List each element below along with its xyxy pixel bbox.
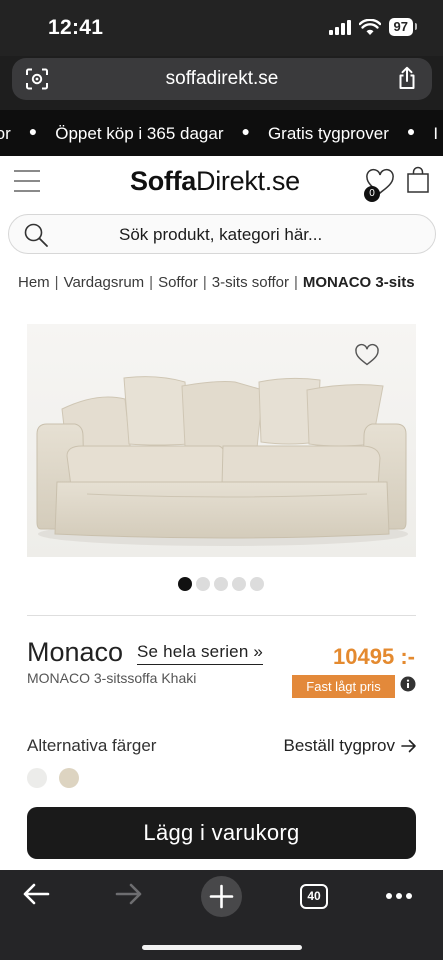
- promo-item: Öppet köp i 365 dagar: [55, 124, 224, 143]
- promo-separator: ●: [241, 123, 250, 139]
- arrow-right-icon: [401, 739, 416, 753]
- breadcrumb-separator: |: [54, 274, 59, 291]
- wishlist-button[interactable]: 0: [364, 168, 396, 202]
- status-bar: 12:41 97: [0, 0, 443, 56]
- carousel-dot[interactable]: [178, 577, 192, 591]
- breadcrumb-link[interactable]: 3-sits soffor: [212, 274, 289, 291]
- forward-arrow-icon[interactable]: [115, 882, 143, 906]
- color-swatch[interactable]: [27, 768, 47, 788]
- info-icon[interactable]: [400, 676, 416, 692]
- home-indicator: [142, 945, 302, 950]
- breadcrumb-separator: |: [293, 274, 298, 291]
- status-time: 12:41: [48, 16, 104, 39]
- promo-separator: ●: [406, 123, 416, 139]
- logo-bold-part: Soffa: [130, 166, 197, 196]
- color-swatch[interactable]: [59, 768, 79, 788]
- breadcrumb-link[interactable]: Soffor: [158, 274, 198, 291]
- search-icon: [24, 223, 48, 247]
- product-image[interactable]: [27, 324, 416, 557]
- color-swatches: [27, 768, 79, 788]
- breadcrumb-link[interactable]: Vardagsrum: [64, 274, 145, 291]
- see-series-link[interactable]: Se hela serien »: [137, 642, 264, 665]
- promo-item: ror: [0, 124, 11, 143]
- share-icon[interactable]: [397, 66, 417, 90]
- wishlist-count-badge: 0: [364, 186, 380, 202]
- breadcrumb-link[interactable]: Hem: [18, 274, 50, 291]
- web-page: SoffaDirekt.se 0 Sök produkt, kategori h…: [0, 156, 443, 870]
- divider: [27, 615, 416, 616]
- favorite-heart-icon[interactable]: [354, 343, 380, 367]
- image-carousel-dots[interactable]: [178, 577, 264, 591]
- tabs-overview-button[interactable]: 40: [300, 884, 328, 909]
- carousel-dot[interactable]: [214, 577, 228, 591]
- product-subtitle: MONACO 3-sitssoffa Khaki: [27, 670, 197, 686]
- status-icons: 97: [328, 18, 418, 36]
- breadcrumb-separator: |: [149, 274, 154, 291]
- site-header: SoffaDirekt.se 0: [0, 156, 443, 212]
- breadcrumb: Hem | Vardagsrum | Soffor | 3-sits soffo…: [18, 274, 415, 291]
- alternative-colors-label: Alternativa färger: [27, 736, 157, 755]
- carousel-dot[interactable]: [232, 577, 246, 591]
- promo-separator: ●: [28, 123, 38, 139]
- carousel-dot[interactable]: [250, 577, 264, 591]
- battery-icon: 97: [388, 18, 418, 36]
- site-logo[interactable]: SoffaDirekt.se: [130, 166, 300, 197]
- new-tab-button[interactable]: [201, 876, 242, 917]
- search-field[interactable]: Sök produkt, kategori här...: [8, 214, 436, 254]
- order-sample-link[interactable]: Beställ tygprov: [284, 736, 418, 756]
- product-name: Monaco: [27, 637, 124, 667]
- url-text[interactable]: soffadirekt.se: [12, 68, 432, 90]
- wifi-icon: [358, 18, 381, 35]
- address-bar[interactable]: soffadirekt.se: [12, 58, 432, 100]
- promo-track: ror ● Öppet köp i 365 dagar ● Gratis tyg…: [0, 123, 443, 144]
- browser-toolbar: 40: [0, 870, 443, 960]
- cellular-signal-icon: [328, 19, 351, 35]
- search-placeholder[interactable]: Sök produkt, kategori här...: [119, 225, 322, 245]
- menu-icon[interactable]: [14, 170, 40, 194]
- breadcrumb-current: MONACO 3-sits: [302, 274, 415, 291]
- breadcrumb-separator: |: [202, 274, 207, 291]
- add-to-cart-button[interactable]: Lägg i varukorg: [27, 807, 416, 859]
- plus-icon: [209, 884, 234, 909]
- logo-rest-part: Direkt.se: [196, 166, 300, 196]
- product-price: 10495 :-: [333, 644, 415, 669]
- price-badge: Fast lågt pris: [292, 675, 395, 698]
- shopping-bag-icon[interactable]: [406, 166, 430, 194]
- back-arrow-icon[interactable]: [22, 882, 50, 906]
- promo-bar: ror ● Öppet köp i 365 dagar ● Gratis tyg…: [0, 110, 443, 156]
- carousel-dot[interactable]: [196, 577, 210, 591]
- promo-item: I: [433, 124, 439, 143]
- order-sample-label: Beställ tygprov: [283, 736, 396, 755]
- promo-item: Gratis tygprover: [267, 124, 389, 143]
- more-options-icon[interactable]: [385, 892, 413, 900]
